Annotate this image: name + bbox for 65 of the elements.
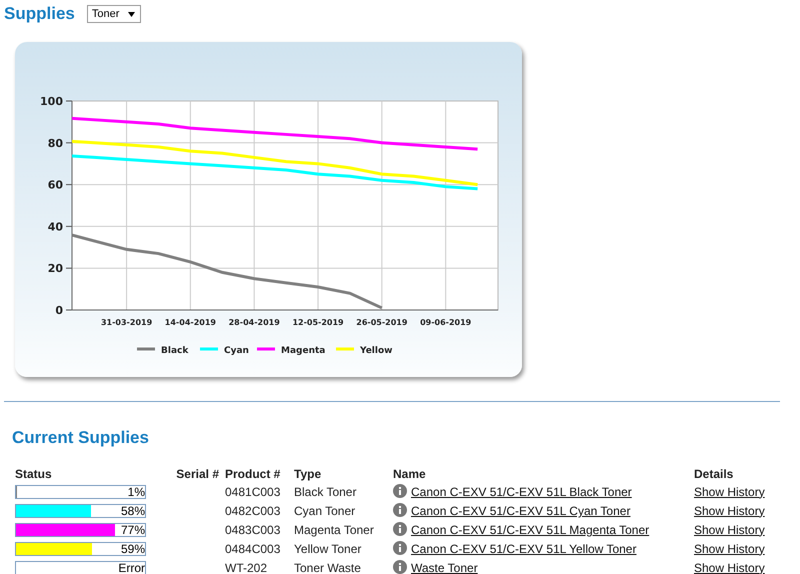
table-cell-text: Yellow Toner bbox=[293, 540, 362, 558]
legend-label: Yellow bbox=[360, 346, 392, 356]
table-cell-text: 0481C003 bbox=[224, 484, 282, 500]
page-title: Supplies bbox=[4, 4, 75, 24]
tick-mark bbox=[66, 226, 72, 227]
tick-mark bbox=[66, 268, 72, 269]
product-link[interactable]: Canon C-EXV 51/C-EXV 51L Yellow Toner bbox=[411, 542, 636, 556]
legend-label: Black bbox=[161, 346, 188, 356]
legend-key-icon bbox=[200, 348, 218, 350]
status-reading: 59% bbox=[120, 542, 145, 556]
table-cell-text: 0482C003 bbox=[224, 502, 282, 520]
column-header: Name bbox=[392, 466, 427, 482]
column-header: Serial # bbox=[175, 466, 220, 482]
column-header: Product # bbox=[224, 466, 282, 482]
legend-label: Cyan bbox=[224, 346, 249, 356]
tick-label: 26-05-2019 bbox=[356, 318, 408, 327]
section-title: Current Supplies bbox=[12, 428, 150, 448]
tick-label: 14-04-2019 bbox=[164, 318, 216, 327]
status-reading: 58% bbox=[120, 504, 145, 518]
history-link[interactable]: Show History bbox=[694, 484, 765, 498]
table-cell-text: Toner Waste bbox=[293, 560, 362, 574]
info-icon[interactable] bbox=[393, 541, 407, 555]
product-link[interactable]: Canon C-EXV 51/C-EXV 51L Magenta Toner bbox=[411, 523, 650, 537]
info-icon[interactable] bbox=[393, 503, 407, 517]
status-reading: Error bbox=[118, 560, 145, 574]
info-icon[interactable] bbox=[393, 522, 407, 536]
product-link[interactable]: Waste Toner bbox=[411, 561, 478, 574]
legend-key-icon bbox=[257, 348, 275, 350]
tick-label: 09-06-2019 bbox=[420, 318, 472, 327]
column-header: Type bbox=[293, 466, 322, 482]
legend-key-icon bbox=[137, 348, 155, 350]
table-cell-text: WT-202 bbox=[224, 560, 268, 574]
history-link[interactable]: Show History bbox=[694, 560, 765, 574]
product-link[interactable]: Canon C-EXV 51/C-EXV 51L Black Toner bbox=[411, 485, 632, 499]
tick-label: 80 bbox=[48, 136, 63, 150]
tick-label: 31-03-2019 bbox=[100, 318, 152, 327]
tick-mark bbox=[66, 184, 72, 186]
history-link[interactable]: Show History bbox=[694, 542, 765, 556]
history-link[interactable]: Show History bbox=[694, 504, 765, 518]
table-cell-text: Magenta Toner bbox=[293, 522, 375, 538]
tick-label: 40 bbox=[48, 220, 63, 234]
table-cell-text: 0484C003 bbox=[224, 540, 282, 558]
tick-label: 20 bbox=[48, 262, 63, 276]
table-cell-text: Black Toner bbox=[293, 484, 358, 500]
column-header: Status bbox=[14, 466, 53, 482]
tick-label: 12-05-2019 bbox=[292, 318, 344, 327]
supply-type-dropdown[interactable]: Toner bbox=[86, 5, 142, 23]
product-link[interactable]: Canon C-EXV 51/C-EXV 51L Cyan Toner bbox=[411, 504, 630, 518]
status-reading: 77% bbox=[120, 522, 145, 538]
tick-label: 0 bbox=[55, 304, 63, 317]
tick-label: 28-04-2019 bbox=[228, 318, 280, 327]
table-cell-text: Cyan Toner bbox=[293, 502, 356, 520]
column-header: Details bbox=[693, 466, 734, 482]
tick-mark bbox=[66, 142, 72, 144]
info-icon[interactable] bbox=[393, 484, 407, 498]
tick-label: 100 bbox=[40, 95, 63, 108]
legend-key-icon bbox=[336, 348, 354, 350]
tick-mark bbox=[66, 100, 72, 102]
table-cell-text: 0483C003 bbox=[224, 522, 282, 538]
legend-label: Magenta bbox=[281, 346, 326, 356]
status-reading: 1% bbox=[128, 484, 145, 500]
caret-icon bbox=[127, 10, 136, 18]
info-icon[interactable] bbox=[393, 560, 407, 574]
tick-label: 60 bbox=[48, 178, 63, 192]
history-link[interactable]: Show History bbox=[694, 522, 765, 536]
